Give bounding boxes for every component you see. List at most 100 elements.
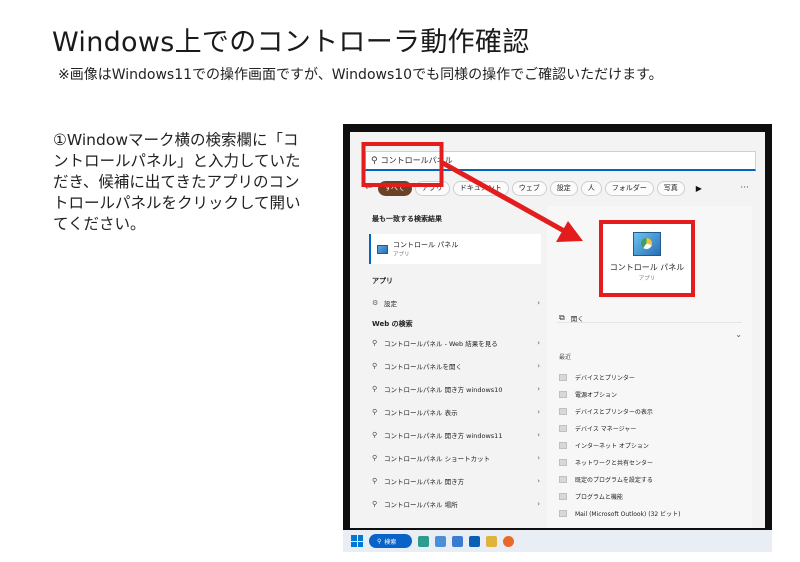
recent-item[interactable]: ネットワークと共有センター	[559, 454, 749, 470]
start-search-panel: ⚲ コントロールパネル ← すべて アプリ ドキュメント ウェブ 設定 人 フォ…	[350, 132, 765, 528]
recent-item-label: Mail (Microsoft Outlook) (32 ビット)	[575, 510, 681, 518]
preview-app-type: アプリ	[638, 276, 656, 282]
recent-item[interactable]: 既定のプログラムを設定する	[559, 471, 749, 487]
chevron-right-icon: ›	[537, 362, 540, 370]
recent-item[interactable]: Mail (Microsoft Outlook) (32 ビット)	[559, 505, 749, 521]
settings-item-icon	[559, 373, 567, 381]
settings-item-icon	[559, 407, 567, 415]
app-icon[interactable]	[435, 535, 447, 547]
filter-chips: ← すべて アプリ ドキュメント ウェブ 設定 人 フォルダー 写真 ▶ ···	[365, 179, 757, 197]
control-panel-icon	[633, 232, 661, 256]
settings-item-icon	[559, 458, 567, 466]
control-panel-icon	[377, 244, 388, 254]
chevron-right-icon: ›	[537, 299, 540, 307]
settings-item-icon	[559, 424, 567, 432]
settings-item-icon	[559, 475, 567, 483]
search-icon: ⚲	[377, 537, 382, 545]
search-icon: ⚲	[371, 155, 378, 166]
search-icon: ⚲	[372, 408, 378, 416]
chevron-right-icon: ›	[537, 408, 540, 416]
edge-browser-icon[interactable]	[418, 535, 430, 547]
search-input[interactable]: ⚲ コントロールパネル	[365, 151, 756, 171]
web-result-item[interactable]: ⚲ コントロールパネル ショートカット ›	[372, 449, 540, 467]
recent-item[interactable]: 電源オプション	[559, 386, 749, 402]
chevron-right-icon: ›	[537, 339, 540, 347]
chevron-down-icon[interactable]: ⌄	[735, 330, 742, 339]
more-filters-icon[interactable]: ▶	[696, 184, 702, 193]
chip-photos[interactable]: 写真	[656, 180, 685, 196]
web-result-item[interactable]: ⚲ コントロールパネルを開く ›	[372, 357, 540, 375]
recent-item-label: ネットワークと共有センター	[575, 459, 654, 467]
taskbar-search-button[interactable]: ⚲ 検索	[369, 534, 413, 548]
recent-item[interactable]: デバイスとプリンター	[559, 369, 749, 385]
recent-item[interactable]: インターネット オプション	[559, 437, 749, 453]
taskbar-search-label: 検索	[384, 538, 397, 546]
app-item-settings[interactable]: ⚙ 設定 ›	[372, 294, 540, 312]
web-result-label: コントロールパネル - Web 結果を見る	[384, 340, 498, 348]
recent-label: 最近	[559, 354, 572, 361]
web-result-item[interactable]: ⚲ コントロールパネル 開き方 windows11 ›	[372, 426, 540, 444]
step-instruction: ①Windowマーク横の検索欄に「コントロールパネル」と入力していただき、候補に…	[53, 131, 301, 233]
screenshot-frame: ⚲ コントロールパネル ← すべて アプリ ドキュメント ウェブ 設定 人 フォ…	[343, 124, 772, 552]
chevron-right-icon: ›	[537, 454, 540, 462]
firefox-icon[interactable]	[503, 535, 515, 547]
recent-item-label: 電源オプション	[575, 391, 618, 399]
chip-web[interactable]: ウェブ	[511, 180, 547, 196]
chip-settings[interactable]: 設定	[549, 180, 578, 196]
preview-app-card[interactable]: コントロール パネル アプリ	[599, 220, 695, 297]
search-icon: ⚲	[372, 385, 378, 393]
web-result-label: コントロールパネル 場所	[384, 501, 458, 509]
search-icon: ⚲	[372, 339, 378, 347]
web-result-item[interactable]: ⚲ コントロールパネル 表示 ›	[372, 403, 540, 421]
web-result-label: コントロールパネルを開く	[384, 363, 462, 371]
web-result-label: コントロールパネル 開き方 windows11	[384, 432, 503, 440]
page-note: ※画像はWindows11での操作画面ですが、Windows10でも同様の操作で…	[58, 67, 663, 83]
web-result-label: コントロールパネル 開き方 windows10	[384, 386, 503, 394]
chip-apps[interactable]: アプリ	[414, 180, 450, 196]
more-options-icon[interactable]: ···	[740, 183, 749, 193]
best-match-type: アプリ	[393, 252, 410, 258]
web-result-label: コントロールパネル 表示	[384, 409, 458, 417]
chip-all[interactable]: すべて	[377, 180, 412, 196]
recent-item[interactable]: デバイスとプリンターの表示	[559, 403, 749, 419]
preview-app-name: コントロール パネル	[609, 263, 685, 272]
recent-item[interactable]: プログラムと機能	[559, 488, 749, 504]
settings-item-icon	[559, 492, 567, 500]
chevron-right-icon: ›	[537, 477, 540, 485]
divider	[557, 322, 742, 323]
recent-item-label: プログラムと機能	[575, 493, 623, 501]
page-title: Windows上でのコントローラ動作確認	[52, 27, 530, 58]
settings-item-icon	[559, 441, 567, 449]
web-result-item[interactable]: ⚲ コントロールパネル 開き方 ›	[372, 472, 540, 490]
settings-item-icon	[559, 390, 567, 398]
search-icon: ⚲	[372, 454, 378, 462]
web-section-label: Web の検索	[372, 320, 413, 328]
best-match-label: 最も一致する検索結果	[372, 215, 442, 223]
chip-folders[interactable]: フォルダー	[604, 180, 654, 196]
apps-section-label: アプリ	[372, 277, 393, 285]
outlook-icon[interactable]	[469, 535, 481, 547]
store-icon[interactable]	[452, 535, 464, 547]
chip-documents[interactable]: ドキュメント	[452, 180, 509, 196]
best-match-name: コントロール パネル	[393, 241, 459, 249]
recent-item-label: 既定のプログラムを設定する	[575, 476, 653, 484]
chip-people[interactable]: 人	[580, 180, 602, 196]
web-result-item[interactable]: ⚲ コントロールパネル 場所 ›	[372, 495, 540, 513]
recent-item-label: デバイス マネージャー	[575, 425, 637, 433]
best-match-item[interactable]: コントロール パネル アプリ	[369, 234, 541, 264]
web-result-item[interactable]: ⚲ コントロールパネル - Web 結果を見る ›	[372, 334, 540, 352]
search-icon: ⚲	[372, 431, 378, 439]
search-icon: ⚲	[372, 362, 378, 370]
taskbar: ⚲ 検索	[343, 530, 772, 552]
preview-pane: コントロール パネル アプリ ⧉ 開く ⌄ 最近 デバイスとプリンター 電源オプ…	[547, 206, 752, 528]
back-arrow-icon[interactable]: ←	[365, 183, 373, 193]
recent-item-label: インターネット オプション	[575, 442, 649, 450]
web-result-item[interactable]: ⚲ コントロールパネル 開き方 windows10 ›	[372, 380, 540, 398]
app-item-label: 設定	[384, 300, 397, 308]
search-input-value: コントロールパネル	[380, 156, 453, 165]
windows-start-icon[interactable]	[351, 535, 363, 547]
results-list: 最も一致する検索結果 コントロール パネル アプリ アプリ ⚙ 設定 › Web…	[360, 206, 541, 528]
chevron-right-icon: ›	[537, 500, 540, 508]
folder-icon[interactable]	[486, 535, 498, 547]
recent-item[interactable]: デバイス マネージャー	[559, 420, 749, 436]
